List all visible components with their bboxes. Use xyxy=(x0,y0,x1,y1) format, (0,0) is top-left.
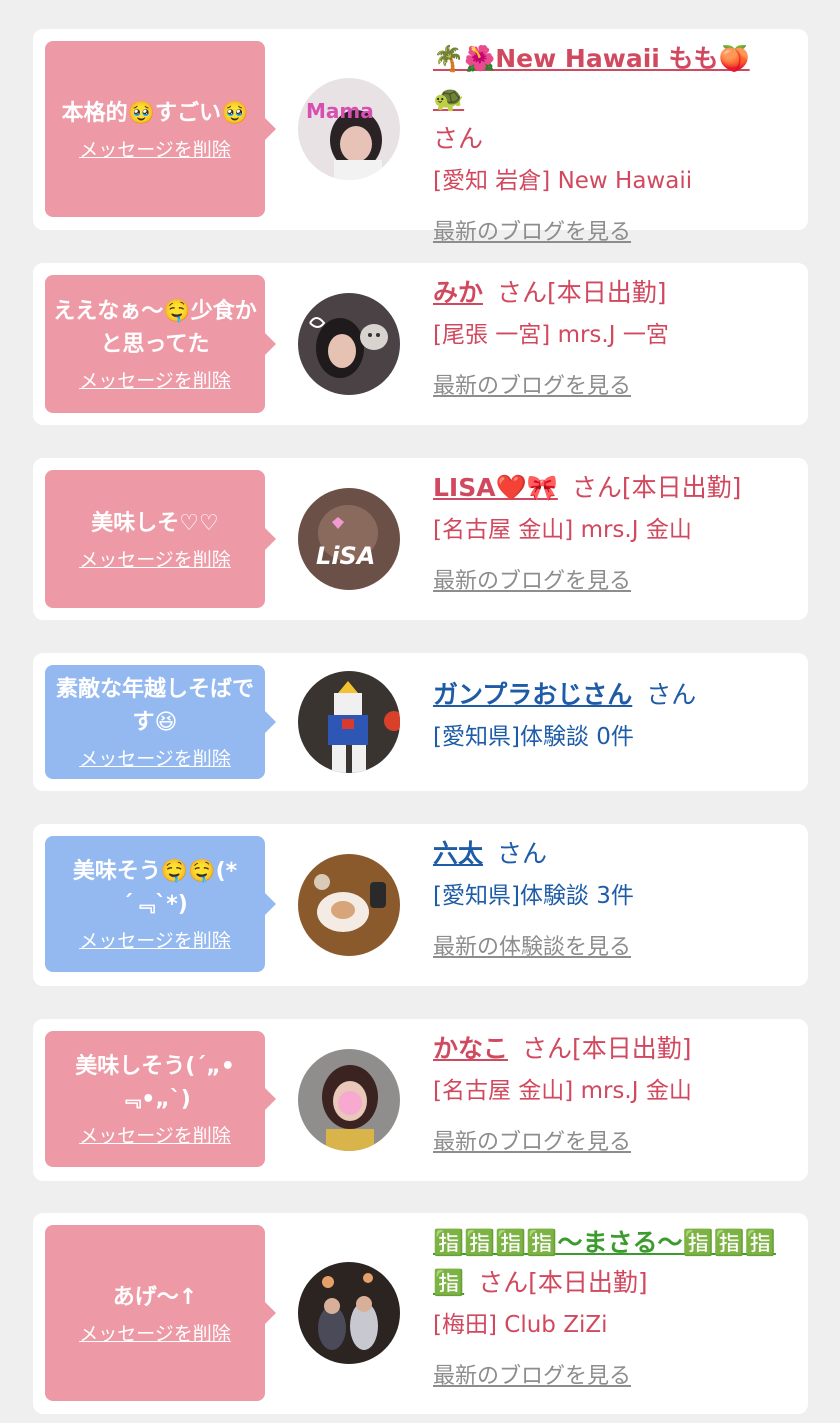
sender-name-line: みか さん[本日出勤] xyxy=(433,273,778,313)
message-list: 本格的🥹すごい🥹 メッセージを削除 Mama 🌴🌺New Hawaii もも🍑🐢… xyxy=(0,0,840,1423)
sender-info: 🌴🌺New Hawaii もも🍑🐢 さん [愛知 岩倉] New Hawaii … xyxy=(433,39,778,255)
gundam-robot-avatar[interactable] xyxy=(298,671,400,773)
shop-info: [名古屋 金山] mrs.J 金山 xyxy=(433,517,692,543)
shop-info: [名古屋 金山] mrs.J 金山 xyxy=(433,1078,692,1104)
review-info: [愛知県]体験談 3件 xyxy=(433,883,634,909)
sender-name-line: 🌴🌺New Hawaii もも🍑🐢 さん xyxy=(433,39,778,159)
latest-review-link[interactable]: 最新の体験談を見る xyxy=(433,926,778,970)
message-text: 美味しそ♡♡ xyxy=(91,510,219,536)
svg-text:Mama: Mama xyxy=(306,99,374,123)
latest-blog-link[interactable]: 最新のブログを見る xyxy=(433,1121,778,1165)
message-card: 本格的🥹すごい🥹 メッセージを削除 Mama 🌴🌺New Hawaii もも🍑🐢… xyxy=(33,29,808,245)
message-card: 美味しそう(´„• ﹃•„`) メッセージを削除 かなこ さん[本日出勤] [名古… xyxy=(33,1019,808,1181)
message-bubble: 美味しそ♡♡ メッセージを削除 xyxy=(45,470,276,608)
san-label: さん xyxy=(497,839,548,868)
sender-name-link[interactable]: ガンプラおじさん xyxy=(433,680,632,709)
message-bubble: 美味しそう(´„• ﹃•„`) メッセージを削除 xyxy=(45,1031,276,1167)
delete-message-link[interactable]: メッセージを削除 xyxy=(79,138,231,162)
sender-name-link[interactable]: かなこ xyxy=(433,1034,508,1063)
sender-name-link[interactable]: 六太 xyxy=(433,839,483,868)
san-label: さん[本日出勤] xyxy=(571,473,742,502)
message-text: 美味そう🤤🤤(*´﹃`*) xyxy=(72,859,238,917)
message-text: あげ〜↑ xyxy=(112,1284,198,1310)
message-card: 美味しそ♡♡ メッセージを削除 LiSA LISA❤️🎀 さん[本日出勤] [名古… xyxy=(33,458,808,620)
shop-info: [愛知 岩倉] New Hawaii xyxy=(433,168,693,194)
message-bubble: 素敵な年越しそばです😆 メッセージを削除 xyxy=(45,665,276,779)
delete-message-link[interactable]: メッセージを削除 xyxy=(79,369,231,393)
shop-info: [梅田] Club ZiZi xyxy=(433,1312,608,1338)
sender-name-line: 🈯🈯🈯🈯〜まさる〜🈯🈯🈯🈯 さん[本日出勤] xyxy=(433,1223,778,1303)
lisa-avatar[interactable]: LiSA xyxy=(298,488,400,590)
sender-info: 六太 さん [愛知県]体験談 3件 最新の体験談を見る xyxy=(433,834,778,970)
sender-name-link[interactable]: 🌴🌺New Hawaii もも🍑🐢 xyxy=(433,44,750,113)
delete-message-link[interactable]: メッセージを削除 xyxy=(79,548,231,572)
girl-blurred-face-avatar[interactable] xyxy=(298,1049,400,1151)
group-photo-avatar[interactable] xyxy=(298,1262,400,1364)
dinner-plate-avatar[interactable] xyxy=(298,854,400,956)
san-label: さん xyxy=(433,124,484,153)
sender-name-link[interactable]: LISA❤️🎀 xyxy=(433,473,558,502)
sender-info: LISA❤️🎀 さん[本日出勤] [名古屋 金山] mrs.J 金山 最新のブログ… xyxy=(433,468,778,604)
message-text: 美味しそう(´„• ﹃•„`) xyxy=(75,1054,235,1112)
delete-message-link[interactable]: メッセージを削除 xyxy=(79,747,231,771)
san-label: さん[本日出勤] xyxy=(497,278,667,307)
sender-info: みか さん[本日出勤] [尾張 一宮] mrs.J 一宮 最新のブログを見る xyxy=(433,273,778,409)
san-label: さん xyxy=(646,680,697,709)
sender-info: ガンプラおじさん さん [愛知県]体験談 0件 xyxy=(433,675,778,759)
message-bubble: 本格的🥹すごい🥹 メッセージを削除 xyxy=(45,41,276,217)
message-card: ええなぁ〜🤤少食かと思ってた メッセージを削除 みか さん[本日出勤] [尾張 一… xyxy=(33,263,808,425)
sender-info: 🈯🈯🈯🈯〜まさる〜🈯🈯🈯🈯 さん[本日出勤] [梅田] Club ZiZi 最新の… xyxy=(433,1223,778,1399)
message-text: 本格的🥹すごい🥹 xyxy=(61,100,249,126)
girl-with-cat-avatar[interactable] xyxy=(298,293,400,395)
sender-name-line: LISA❤️🎀 さん[本日出勤] xyxy=(433,468,778,508)
message-card: 素敵な年越しそばです😆 メッセージを削除 ガンプラおじさん さん [愛知県]体験談… xyxy=(33,653,808,791)
message-card: 美味そう🤤🤤(*´﹃`*) メッセージを削除 六太 さん [愛知県]体験談 3件 … xyxy=(33,824,808,986)
review-info: [愛知県]体験談 0件 xyxy=(433,724,634,750)
delete-message-link[interactable]: メッセージを削除 xyxy=(79,1124,231,1148)
latest-blog-link[interactable]: 最新のブログを見る xyxy=(433,560,778,604)
shop-info: [尾張 一宮] mrs.J 一宮 xyxy=(433,322,669,348)
sender-name-link[interactable]: みか xyxy=(433,278,483,307)
sender-name-line: ガンプラおじさん さん xyxy=(433,675,778,715)
sender-name-line: かなこ さん[本日出勤] xyxy=(433,1029,778,1069)
girl-photo-avatar[interactable]: Mama xyxy=(298,78,400,180)
latest-blog-link[interactable]: 最新のブログを見る xyxy=(433,1355,778,1399)
san-label: さん[本日出勤] xyxy=(478,1268,648,1297)
message-text: ええなぁ〜🤤少食かと思ってた xyxy=(53,299,257,357)
svg-text:LiSA: LiSA xyxy=(316,542,375,570)
message-bubble: ええなぁ〜🤤少食かと思ってた メッセージを削除 xyxy=(45,275,276,413)
message-bubble: 美味そう🤤🤤(*´﹃`*) メッセージを削除 xyxy=(45,836,276,972)
message-card: あげ〜↑ メッセージを削除 🈯🈯🈯🈯〜まさる〜🈯🈯🈯🈯 さん[本日出勤] [梅田]… xyxy=(33,1213,808,1414)
delete-message-link[interactable]: メッセージを削除 xyxy=(79,929,231,953)
sender-name-line: 六太 さん xyxy=(433,834,778,874)
delete-message-link[interactable]: メッセージを削除 xyxy=(79,1322,231,1346)
san-label: さん[本日出勤] xyxy=(522,1034,692,1063)
latest-blog-link[interactable]: 最新のブログを見る xyxy=(433,211,778,255)
latest-blog-link[interactable]: 最新のブログを見る xyxy=(433,365,778,409)
sender-info: かなこ さん[本日出勤] [名古屋 金山] mrs.J 金山 最新のブログを見る xyxy=(433,1029,778,1165)
message-text: 素敵な年越しそばです😆 xyxy=(55,677,254,735)
message-bubble: あげ〜↑ メッセージを削除 xyxy=(45,1225,276,1401)
